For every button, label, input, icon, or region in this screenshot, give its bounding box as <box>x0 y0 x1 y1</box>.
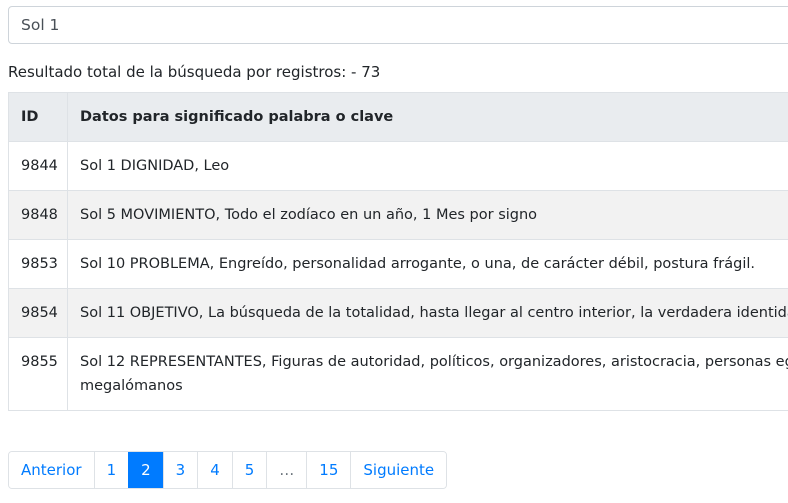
row-id: 9848 <box>8 190 68 240</box>
pagination-page-3[interactable]: 3 <box>162 452 198 488</box>
pagination-page-5[interactable]: 5 <box>231 452 267 488</box>
pagination-prev-button[interactable]: Anterior <box>9 452 94 488</box>
column-header-id: ID <box>8 92 68 142</box>
column-header-data: Datos para significado palabra o clave <box>67 92 788 142</box>
table-row[interactable]: 9844 Sol 1 DIGNIDAD, Leo <box>8 141 788 191</box>
table-row[interactable]: 9848 Sol 5 MOVIMIENTO, Todo el zodíaco e… <box>8 190 788 240</box>
row-text: Sol 12 REPRESENTANTES, Figuras de autori… <box>67 337 788 411</box>
row-text-line-1: Sol 12 REPRESENTANTES, Figuras de autori… <box>80 354 788 370</box>
row-text: Sol 5 MOVIMIENTO, Todo el zodíaco en un … <box>67 190 788 240</box>
pagination-page-1[interactable]: 1 <box>93 452 129 488</box>
table-header-row: ID Datos para significado palabra o clav… <box>8 92 788 142</box>
row-text-line-2: megalómanos <box>80 378 183 394</box>
result-count-text: Resultado total de la búsqueda por regis… <box>8 63 381 81</box>
table-row[interactable]: 9855 Sol 12 REPRESENTANTES, Figuras de a… <box>8 337 788 411</box>
pagination-page-15[interactable]: 15 <box>306 452 351 488</box>
results-table-container: ID Datos para significado palabra o clav… <box>8 92 788 411</box>
results-table: ID Datos para significado palabra o clav… <box>8 92 788 411</box>
pagination-ellipsis: … <box>266 452 307 488</box>
table-row[interactable]: 9854 Sol 11 OBJETIVO, La búsqueda de la … <box>8 288 788 338</box>
row-id: 9854 <box>8 288 68 338</box>
row-text: Sol 11 OBJETIVO, La búsqueda de la total… <box>67 288 788 338</box>
pagination-page-4[interactable]: 4 <box>197 452 232 488</box>
row-text: Sol 1 DIGNIDAD, Leo <box>67 141 788 191</box>
pagination-page-2[interactable]: 2 <box>128 452 163 488</box>
search-input[interactable] <box>8 6 788 44</box>
pagination: Anterior 1 2 3 4 5 … 15 Siguiente <box>8 451 448 489</box>
row-text: Sol 10 PROBLEMA, Engreído, personalidad … <box>67 239 788 289</box>
pagination-next-button[interactable]: Siguiente <box>350 452 447 488</box>
row-id: 9853 <box>8 239 68 289</box>
row-id: 9844 <box>8 141 68 191</box>
table-row[interactable]: 9853 Sol 10 PROBLEMA, Engreído, personal… <box>8 239 788 289</box>
row-id: 9855 <box>8 337 68 411</box>
